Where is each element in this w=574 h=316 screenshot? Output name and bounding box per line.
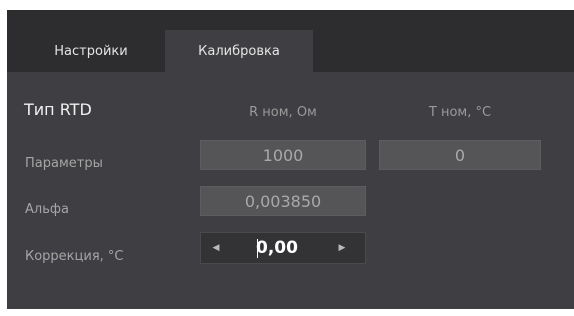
r-nominal-field[interactable]: 1000 (200, 140, 366, 170)
text-caret (257, 239, 258, 258)
parameters-label: Параметры (25, 156, 103, 171)
correction-label: Коррекция, °C (25, 249, 124, 264)
alpha-label: Альфа (25, 202, 69, 217)
tab-calibration[interactable]: Калибровка (165, 30, 313, 72)
tab-bar: Настройки Калибровка (7, 30, 574, 72)
rtd-type-title: Тип RTD (24, 100, 92, 119)
right-arrow-icon[interactable]: ▶ (332, 233, 352, 263)
r-nominal-header: R ном, Ом (249, 105, 317, 120)
correction-value[interactable]: 0,00 (256, 233, 298, 263)
calibration-content: Тип RTD R ном, Ом T ном, °C Параметры 10… (7, 72, 574, 309)
t-nominal-header: T ном, °C (428, 105, 492, 120)
correction-stepper[interactable]: ◀ 0,00 ▶ (200, 232, 366, 264)
settings-panel: Настройки Калибровка Тип RTD R ном, Ом T… (7, 10, 574, 309)
tab-settings[interactable]: Настройки (27, 30, 155, 72)
left-arrow-icon[interactable]: ◀ (206, 233, 226, 263)
t-nominal-field[interactable]: 0 (379, 140, 541, 170)
alpha-field[interactable]: 0,003850 (200, 186, 366, 216)
